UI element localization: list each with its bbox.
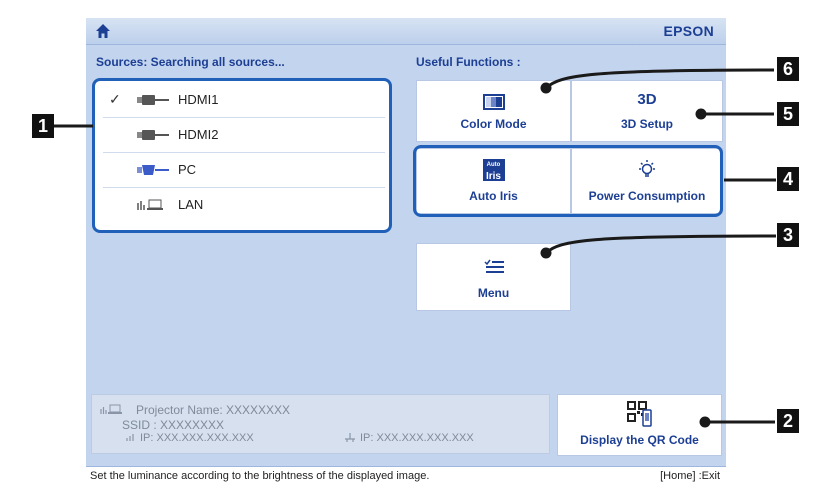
callout-3: 3 <box>777 223 799 247</box>
callout-2: 2 <box>777 409 799 433</box>
callout-6: 6 <box>777 57 799 81</box>
callout-5: 5 <box>777 102 799 126</box>
callout-4: 4 <box>777 167 799 191</box>
callout-1: 1 <box>32 114 54 138</box>
callout-leaders <box>54 68 777 428</box>
